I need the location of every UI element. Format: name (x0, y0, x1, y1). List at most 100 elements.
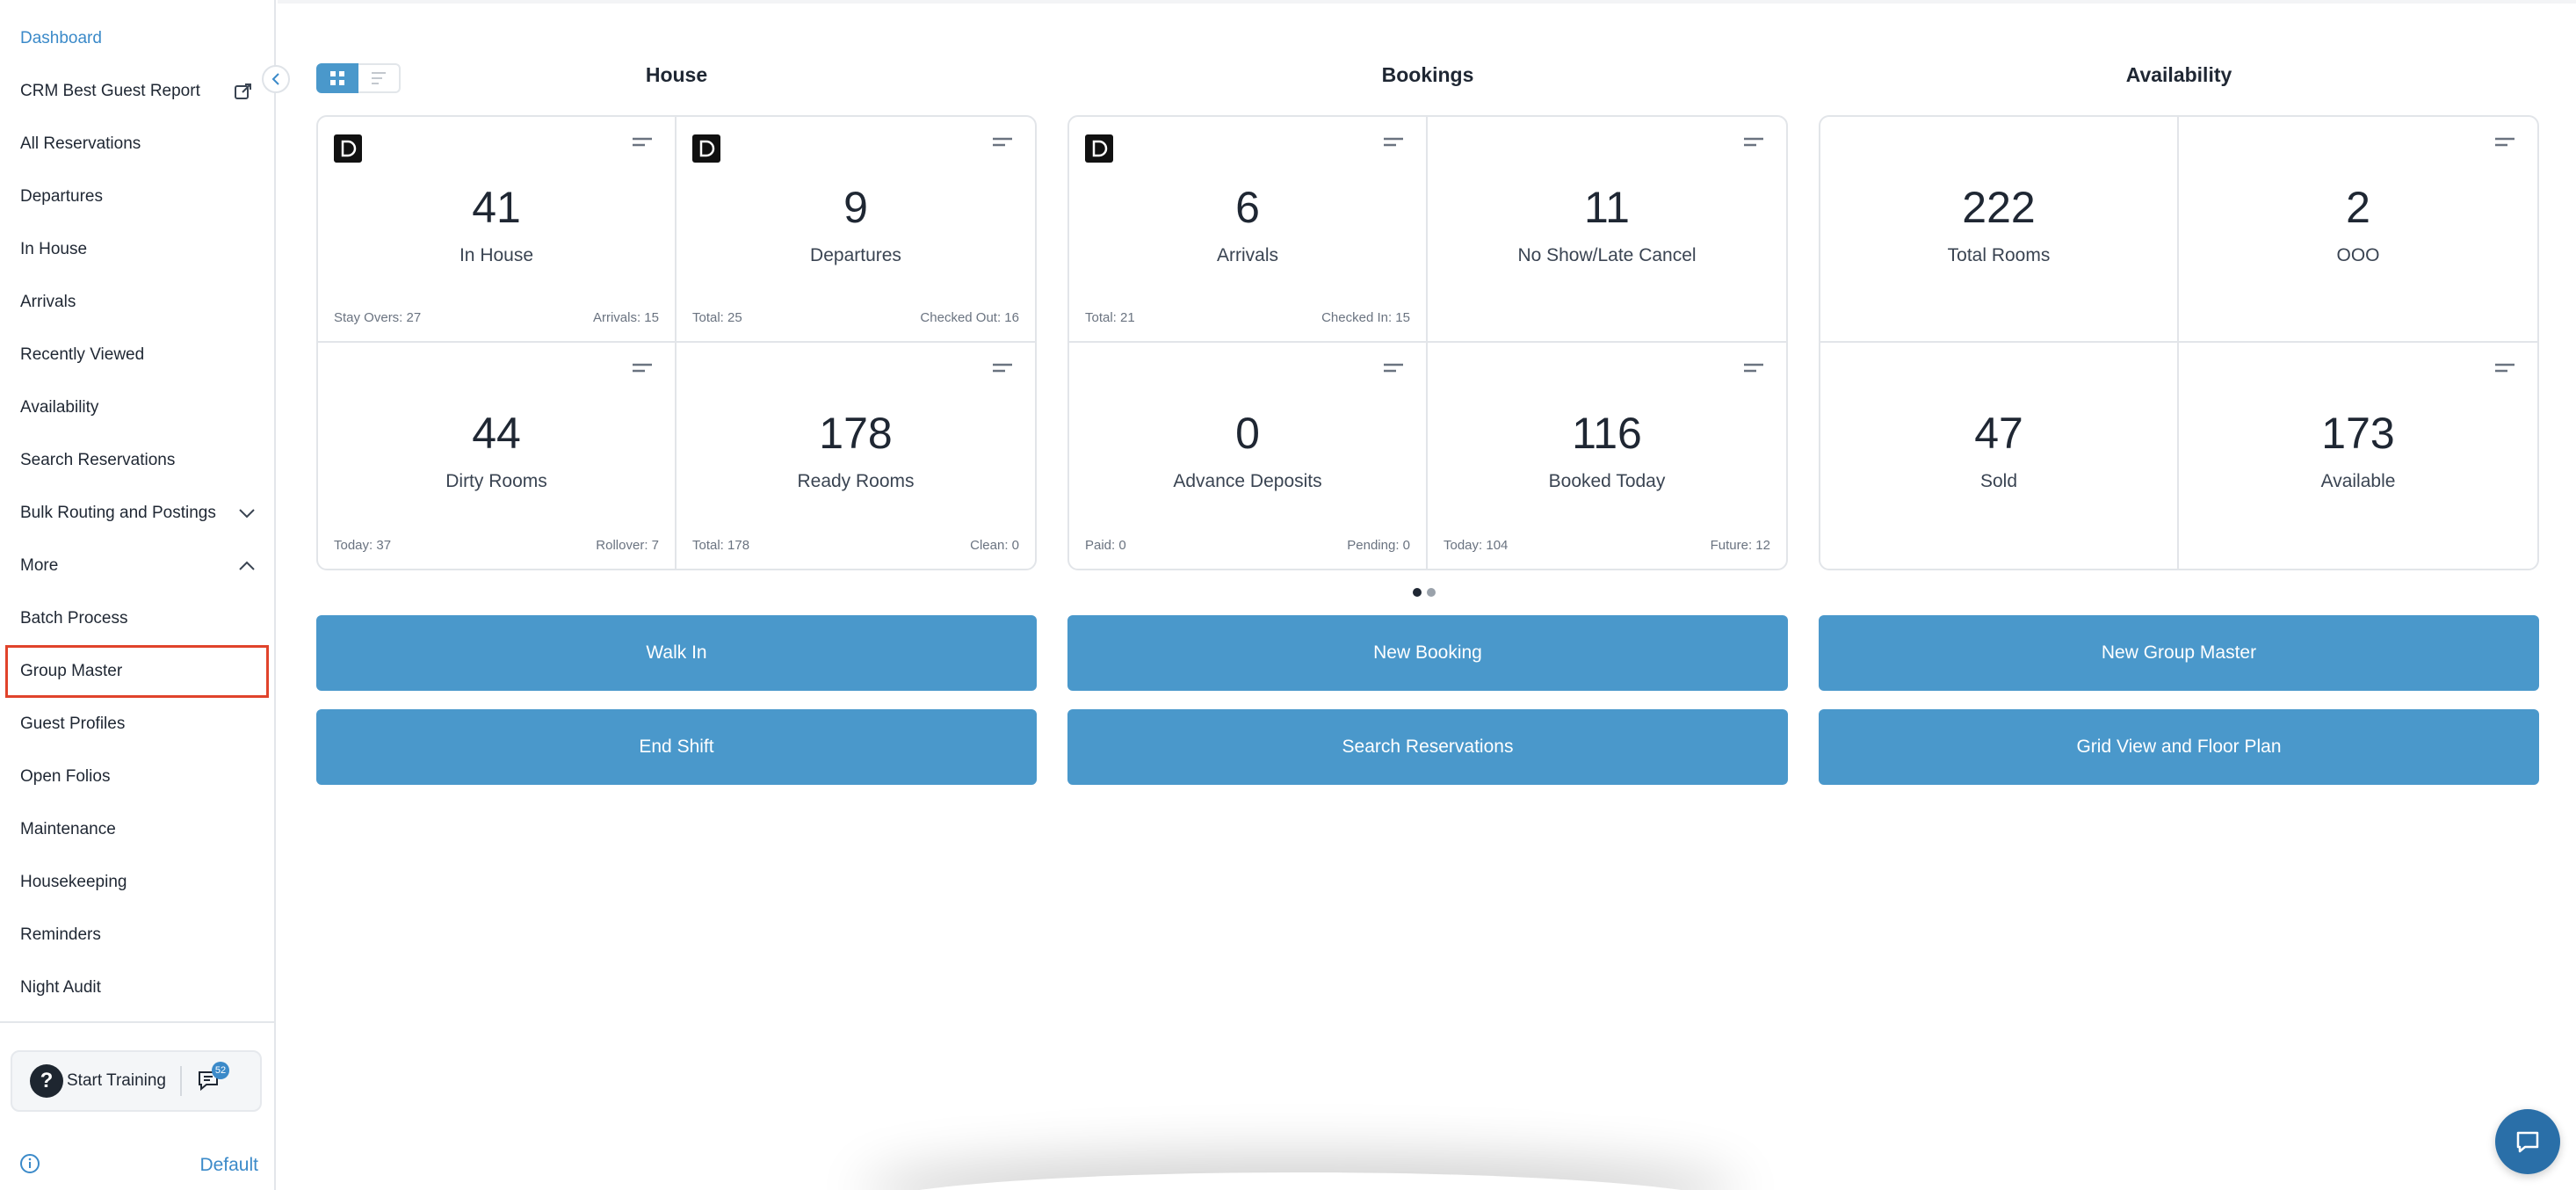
info-icon[interactable] (19, 1153, 40, 1179)
new-group-master-button[interactable]: New Group Master (1819, 615, 2539, 691)
top-border (278, 0, 2576, 4)
new-booking-button[interactable]: New Booking (1067, 615, 1788, 691)
start-training-button[interactable]: Start Training (67, 1071, 166, 1091)
sidebar-item-housekeeping[interactable]: Housekeeping (0, 856, 274, 909)
sidebar-nav: Dashboard CRM Best Guest Report All Rese… (0, 0, 274, 1014)
sidebar-item-guest-profiles[interactable]: Guest Profiles (0, 698, 274, 751)
sidebar-item-batch-process[interactable]: Batch Process (0, 592, 274, 645)
bookings-panel: 6 Arrivals Total: 21 Checked In: 15 11 N… (1067, 115, 1788, 570)
sidebar-item-recently-viewed[interactable]: Recently Viewed (0, 329, 274, 381)
stat-value: 6 (1235, 183, 1260, 232)
stat-card-sold[interactable]: 47 Sold (1820, 343, 2179, 569)
chevron-left-icon (271, 73, 279, 85)
stat-label: Booked Today (1548, 471, 1666, 491)
stat-card-arrivals[interactable]: 6 Arrivals Total: 21 Checked In: 15 (1069, 117, 1428, 343)
stat-card-no-show[interactable]: 11 No Show/Late Cancel (1428, 117, 1786, 343)
stat-card-booked-today[interactable]: 116 Booked Today Today: 104 Future: 12 (1428, 343, 1786, 569)
sidebar-item-group-master[interactable]: Group Master (5, 645, 269, 698)
stat-value: 44 (472, 409, 521, 458)
stat-footer-left: Today: 37 (334, 538, 392, 553)
card-menu-icon[interactable] (2493, 362, 2516, 376)
stat-card-available[interactable]: 173 Available (2179, 343, 2537, 569)
sidebar-item-search-reservations[interactable]: Search Reservations (0, 434, 274, 487)
house-panel: 41 In House Stay Overs: 27 Arrivals: 15 … (316, 115, 1037, 570)
messages-badge: 52 (212, 1062, 229, 1079)
stat-footer-right: Rollover: 7 (596, 538, 659, 553)
card-menu-icon[interactable] (631, 362, 654, 376)
card-menu-icon[interactable] (1742, 362, 1765, 376)
sidebar-item-all-reservations[interactable]: All Reservations (0, 118, 274, 171)
sidebar-item-night-audit[interactable]: Night Audit (0, 961, 274, 1014)
stat-value: 9 (843, 183, 868, 232)
stat-card-in-house[interactable]: 41 In House Stay Overs: 27 Arrivals: 15 (318, 117, 677, 343)
chevron-up-icon (235, 555, 258, 577)
stat-label: OOO (2336, 245, 2380, 265)
help-icon[interactable]: ? (30, 1064, 63, 1098)
card-menu-icon[interactable] (1382, 362, 1405, 376)
card-menu-icon[interactable] (991, 136, 1014, 150)
messages-icon[interactable]: 52 (196, 1062, 229, 1095)
stat-value: 47 (1974, 409, 2023, 458)
d-logo-icon (1085, 134, 1113, 163)
grid-view-floor-plan-button[interactable]: Grid View and Floor Plan (1819, 709, 2539, 785)
availability-panel: 222 Total Rooms 2 OOO 47 Sold 173 Availa… (1819, 115, 2539, 570)
sidebar-item-departures[interactable]: Departures (0, 171, 274, 223)
stat-value: 2 (2346, 183, 2370, 232)
stat-card-dirty-rooms[interactable]: 44 Dirty Rooms Today: 37 Rollover: 7 (318, 343, 677, 569)
sidebar-item-more[interactable]: More (0, 540, 274, 592)
stat-label: Available (2320, 471, 2396, 491)
start-training-panel: ? Start Training 52 (11, 1050, 262, 1112)
stat-footer-right: Pending: 0 (1347, 538, 1410, 553)
chat-icon (2516, 1131, 2539, 1153)
sidebar-item-availability[interactable]: Availability (0, 381, 274, 434)
d-logo-icon (692, 134, 720, 163)
carousel-dots (1413, 588, 1436, 597)
search-reservations-button[interactable]: Search Reservations (1067, 709, 1788, 785)
default-link[interactable]: Default (199, 1155, 258, 1176)
card-menu-icon[interactable] (631, 136, 654, 150)
sidebar-divider (0, 1021, 274, 1023)
stat-value: 222 (1962, 183, 2036, 232)
sidebar-item-arrivals[interactable]: Arrivals (0, 276, 274, 329)
sidebar-item-open-folios[interactable]: Open Folios (0, 751, 274, 803)
sidebar-item-bulk-routing[interactable]: Bulk Routing and Postings (0, 487, 274, 540)
walk-in-button[interactable]: Walk In (316, 615, 1037, 691)
sidebar-item-crm-best-guest-report[interactable]: CRM Best Guest Report (0, 65, 274, 118)
collapse-sidebar-button[interactable] (262, 65, 290, 93)
sidebar-item-dashboard[interactable]: Dashboard (0, 12, 274, 65)
stat-label: Departures (810, 245, 901, 265)
card-menu-icon[interactable] (2493, 136, 2516, 150)
stat-footer-left: Today: 104 (1444, 538, 1509, 553)
card-menu-icon[interactable] (991, 362, 1014, 376)
stat-card-total-rooms[interactable]: 222 Total Rooms (1820, 117, 2179, 343)
carousel-dot-1[interactable] (1413, 588, 1422, 597)
card-menu-icon[interactable] (1382, 136, 1405, 150)
column-title-bookings: Bookings (1381, 63, 1474, 86)
stat-value: 0 (1235, 409, 1260, 458)
sidebar-footer: Default (0, 1141, 274, 1190)
sidebar-item-reminders[interactable]: Reminders (0, 909, 274, 961)
external-link-icon[interactable] (232, 80, 255, 103)
end-shift-button[interactable]: End Shift (316, 709, 1037, 785)
stat-label: No Show/Late Cancel (1517, 245, 1697, 265)
carousel-dot-2[interactable] (1427, 588, 1436, 597)
sidebar-item-in-house[interactable]: In House (0, 223, 274, 276)
sidebar: Dashboard CRM Best Guest Report All Rese… (0, 0, 276, 1190)
stat-footer-right: Clean: 0 (970, 538, 1019, 553)
stat-label: Ready Rooms (797, 471, 915, 491)
d-logo-icon (334, 134, 362, 163)
stat-footer-right: Arrivals: 15 (592, 310, 659, 325)
chat-support-button[interactable] (2495, 1109, 2560, 1174)
stat-card-ooo[interactable]: 2 OOO (2179, 117, 2537, 343)
stat-footer-left: Total: 25 (692, 310, 742, 325)
stat-card-ready-rooms[interactable]: 178 Ready Rooms Total: 178 Clean: 0 (677, 343, 1035, 569)
bottom-shadow (861, 1172, 1740, 1190)
stat-value: 116 (1572, 409, 1642, 458)
stat-label: Advance Deposits (1173, 471, 1322, 491)
stat-card-departures[interactable]: 9 Departures Total: 25 Checked Out: 16 (677, 117, 1035, 343)
stat-card-advance-deposits[interactable]: 0 Advance Deposits Paid: 0 Pending: 0 (1069, 343, 1428, 569)
sidebar-item-maintenance[interactable]: Maintenance (0, 803, 274, 856)
column-title-availability: Availability (2125, 63, 2232, 86)
card-menu-icon[interactable] (1742, 136, 1765, 150)
stat-footer-right: Checked Out: 16 (920, 310, 1019, 325)
